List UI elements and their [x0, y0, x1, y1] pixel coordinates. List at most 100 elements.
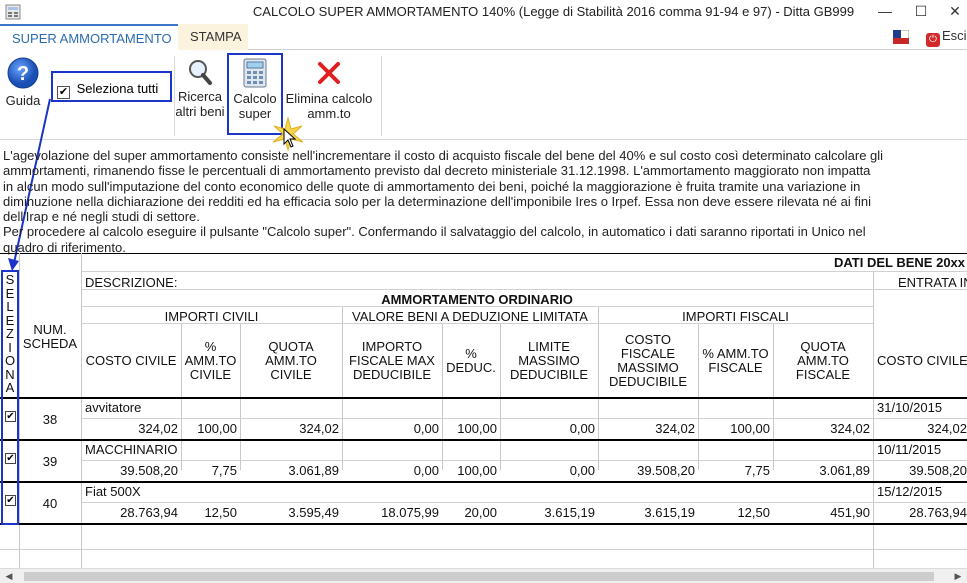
horizontal-scrollbar[interactable]: ◀ ▶ — [0, 568, 967, 583]
scroll-left-arrow-icon[interactable]: ◀ — [2, 570, 16, 583]
description-line: in alcun modo sull'imputazione del conto… — [3, 178, 861, 194]
col-quota-amm-fiscale: QUOTA AMM.TO FISCALE — [773, 340, 873, 382]
window-title: CALCOLO SUPER AMMORTAMENTO 140% (Legge d… — [252, 4, 855, 19]
close-button[interactable]: ✕ — [940, 0, 967, 24]
col-line: IMPORTO — [361, 339, 423, 354]
cell: 324,02 — [655, 421, 695, 436]
ricerca-label-2: altri beni — [175, 104, 225, 119]
row-entrata: 31/10/2015 — [877, 400, 943, 415]
col-perc-amm-civile: % AMM.TO CIVILE — [181, 340, 240, 382]
col-line: CIVILE — [189, 367, 232, 382]
minimize-button[interactable]: — — [870, 0, 900, 24]
cell: 12,50 — [737, 505, 770, 520]
grid-hline — [81, 418, 967, 419]
col-line: MASSIMO — [518, 353, 580, 368]
ribbon-tabs: SUPER AMMORTAMENTO STAMPA — [0, 24, 967, 50]
col-quota-amm-civile: QUOTA AMM.TO CIVILE — [240, 340, 342, 382]
num-scheda-line: SCHEDA — [22, 336, 78, 351]
cell: 100,00 — [457, 463, 497, 478]
col-costo-fiscale: COSTO FISCALE MASSIMO DEDUCIBILE — [598, 333, 698, 389]
ammortamento-ordinario-header: AMMORTAMENTO ORDINARIO — [381, 292, 573, 307]
cell: 28.763,94 — [120, 505, 178, 520]
cell: 7,75 — [744, 463, 770, 478]
exit-label: Esci — [942, 28, 967, 43]
grid-vline — [342, 306, 343, 470]
cell: 39.508,20 — [120, 463, 178, 478]
entrata-header: ENTRATA IN — [898, 275, 967, 290]
num-scheda-line: NUM. — [33, 322, 67, 337]
cell: 451,90 — [830, 505, 870, 520]
delete-x-icon — [318, 62, 340, 84]
description-line: ammortamenti, rimanendo fisse le percent… — [3, 163, 871, 179]
elimina-label-1: Elimina calcolo — [285, 91, 373, 106]
beni-grid: DATI DEL BENE 20xx DESCRIZIONE: ENTRATA … — [0, 253, 967, 568]
elimina-calcolo-button[interactable]: Elimina calcolo amm.to — [283, 58, 375, 121]
col-line: AMM.TO — [184, 353, 237, 368]
col-line: % AMM.TO — [702, 346, 769, 361]
grid-hline — [81, 289, 967, 290]
row-checkbox[interactable]: ✔ — [5, 453, 16, 464]
col-limite-massimo: LIMITE MASSIMO DEDUCIBILE — [500, 340, 598, 382]
grid-border — [0, 253, 967, 254]
col-line: DEDUC. — [446, 360, 496, 375]
grid-hline — [81, 271, 967, 272]
tab-super-ammortamento[interactable]: SUPER AMMORTAMENTO — [0, 24, 185, 50]
cell: 28.763,94 — [909, 505, 967, 520]
elimina-label-2: amm.to — [307, 106, 351, 121]
col-line: FISCALE — [795, 367, 851, 382]
col-line: MASSIMO — [617, 360, 679, 375]
cell: 3.595,49 — [288, 505, 339, 520]
power-icon: ⏻ — [926, 33, 940, 47]
ricerca-altri-beni-button[interactable]: Ricerca altri beni — [172, 58, 228, 119]
dati-bene-header: DATI DEL BENE 20xx — [834, 255, 966, 270]
help-icon: ? — [7, 57, 39, 89]
tab-stampa[interactable]: STAMPA — [178, 24, 248, 50]
row-descrizione: avvitatore — [85, 400, 142, 415]
calcolo-super-button[interactable]: Calcolo super — [229, 58, 281, 121]
toolbar: ? Guida ✔ Seleziona tutti Ricerca altri … — [0, 50, 967, 152]
col-line: FISCALE MAX — [349, 353, 435, 368]
seleziona-tutti-label: Seleziona tutti — [76, 81, 159, 96]
grid-hline — [81, 502, 967, 503]
col-line: DEDUCIBILE — [608, 374, 688, 389]
maximize-button[interactable]: ☐ — [906, 0, 936, 24]
row-num: 38 — [42, 412, 58, 427]
seleziona-tutti-checkbox[interactable]: ✔ Seleziona tutti — [57, 81, 158, 99]
row-separator — [0, 481, 967, 483]
grid-vline — [19, 253, 20, 568]
svg-text:?: ? — [17, 63, 29, 85]
cell: 39.508,20 — [637, 463, 695, 478]
row-checkbox[interactable]: ✔ — [5, 411, 16, 422]
cell: 324,02 — [927, 421, 967, 436]
descrizione-header: DESCRIZIONE: — [85, 275, 178, 290]
row-entrata: 10/11/2015 — [877, 442, 942, 457]
row-descrizione: Fiat 500X — [85, 484, 141, 499]
description-text: L'agevolazione del super ammortamento co… — [3, 148, 967, 255]
col-line: % — [465, 346, 477, 361]
scroll-right-arrow-icon[interactable]: ▶ — [951, 570, 965, 583]
col-line: DEDUCIBILE — [352, 367, 432, 382]
calcolo-label-1: Calcolo — [233, 91, 277, 106]
grid-hline — [0, 549, 967, 550]
row-checkbox[interactable]: ✔ — [5, 495, 16, 506]
col-perc-amm-fiscale: % AMM.TO FISCALE — [698, 347, 773, 375]
scroll-thumb[interactable] — [24, 572, 934, 581]
cell: 20,00 — [464, 505, 497, 520]
row-separator — [0, 439, 967, 441]
language-flag-icon[interactable] — [893, 30, 909, 44]
title-bar: CALCOLO SUPER AMMORTAMENTO 140% (Legge d… — [0, 0, 967, 24]
mouse-cursor-icon — [283, 128, 297, 148]
exit-button[interactable]: ⏻ Esci — [926, 28, 967, 47]
col-line: AMM.TO — [797, 353, 849, 368]
cell: 39.508,20 — [909, 463, 967, 478]
description-line: Per procedere al calcolo eseguire il pul… — [3, 224, 866, 240]
col-perc-deduc: % DEDUC. — [442, 347, 500, 375]
col-line: COSTO — [625, 332, 671, 347]
cell: 3.061,89 — [288, 463, 339, 478]
cell: 324,02 — [830, 421, 870, 436]
description-line: diminuzione nella dichiarazione dei redd… — [3, 193, 871, 209]
col-line: % — [204, 339, 217, 354]
valore-beni-header: VALORE BENI A DEDUZIONE LIMITATA — [352, 309, 588, 324]
calculator-icon — [243, 58, 267, 88]
importi-civili-header: IMPORTI CIVILI — [164, 309, 259, 324]
